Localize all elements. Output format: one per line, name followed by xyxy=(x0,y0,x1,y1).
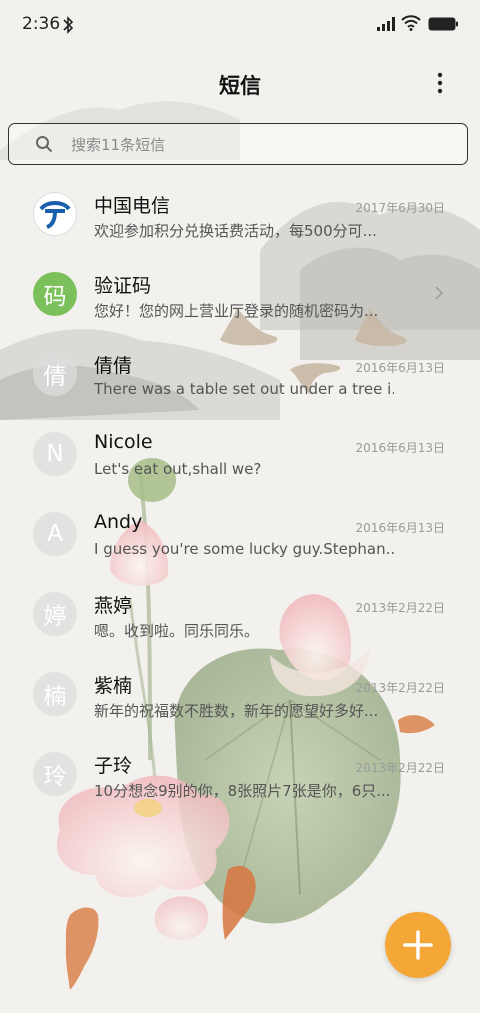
message-date: 2013年2月22日 xyxy=(355,601,445,615)
conversation-item[interactable]: 楠 紫楠 2013年2月22日 新年的祝福数不胜数，新年的愿望好多好... xyxy=(0,655,480,735)
conversation-item[interactable]: 玲 子玲 2013年2月22日 10分想念9别的你，8张照片7张是你，6只... xyxy=(0,735,480,815)
avatar: N xyxy=(33,432,77,476)
status-time: 2:36 xyxy=(22,14,61,34)
avatar: A xyxy=(33,512,77,556)
message-date: 2016年6月13日 xyxy=(355,441,445,455)
wifi-icon xyxy=(401,15,421,31)
avatar: 玲 xyxy=(33,752,77,796)
search-input[interactable] xyxy=(69,132,453,158)
contact-name: 倩倩 xyxy=(94,355,133,377)
conversation-item[interactable]: 中国电信 2017年6月30日 欢迎参加积分兑换话费活动，每500分可... xyxy=(0,175,480,255)
signal-icon xyxy=(377,17,395,31)
contact-name: 燕婷 xyxy=(94,595,133,617)
search-icon xyxy=(36,136,53,153)
message-snippet: 欢迎参加积分兑换话费活动，每500分可... xyxy=(94,222,377,240)
message-snippet: 您好！您的网上营业厅登录的随机密码为... xyxy=(94,302,379,320)
search-bar[interactable] xyxy=(8,123,468,165)
contact-name: 子玲 xyxy=(94,755,133,777)
bluetooth-icon xyxy=(63,16,74,34)
conversation-item[interactable]: N Nicole 2016年6月13日 Let's eat out,shall … xyxy=(0,415,480,495)
message-snippet: I guess you're some lucky guy.Stephan... xyxy=(94,540,394,558)
page-title: 短信 xyxy=(219,74,261,98)
status-bar: 2:36 xyxy=(0,0,480,52)
new-message-button[interactable] xyxy=(385,912,451,978)
avatar: 婷 xyxy=(33,592,77,636)
contact-name: Nicole xyxy=(94,431,153,453)
message-snippet: There was a table set out under a tree i… xyxy=(94,380,394,398)
battery-icon xyxy=(428,17,458,31)
avatar: 码 xyxy=(33,272,77,316)
contact-name: 验证码 xyxy=(94,275,152,297)
plus-icon xyxy=(403,930,433,960)
message-snippet: Let's eat out,shall we? xyxy=(94,460,262,478)
conversation-item[interactable]: 倩 倩倩 2016年6月13日 There was a table set ou… xyxy=(0,335,480,415)
contact-name: Andy xyxy=(94,511,143,533)
conversation-item[interactable]: 码 验证码 您好！您的网上营业厅登录的随机密码为... xyxy=(0,255,480,335)
conversation-item[interactable]: A Andy 2016年6月13日 I guess you're some lu… xyxy=(0,495,480,575)
contact-name: 中国电信 xyxy=(94,195,171,217)
chevron-right-icon xyxy=(435,286,444,300)
conversation-item[interactable]: 婷 燕婷 2013年2月22日 嗯。收到啦。同乐同乐。 xyxy=(0,575,480,655)
contact-name: 紫楠 xyxy=(94,675,133,697)
conversation-list: 中国电信 2017年6月30日 欢迎参加积分兑换话费活动，每500分可... 码… xyxy=(0,175,480,815)
message-snippet: 新年的祝福数不胜数，新年的愿望好多好... xyxy=(94,702,379,720)
message-snippet: 10分想念9别的你，8张照片7张是你，6只... xyxy=(94,782,391,800)
avatar: 楠 xyxy=(33,672,77,716)
message-date: 2013年2月22日 xyxy=(355,761,445,775)
message-date: 2016年6月13日 xyxy=(355,521,445,535)
china-telecom-logo xyxy=(33,192,77,236)
avatar: 倩 xyxy=(33,352,77,396)
message-date: 2017年6月30日 xyxy=(355,201,445,215)
more-vertical-icon[interactable] xyxy=(428,70,452,98)
message-snippet: 嗯。收到啦。同乐同乐。 xyxy=(94,622,260,640)
message-date: 2016年6月13日 xyxy=(355,361,445,375)
message-date: 2013年2月22日 xyxy=(355,681,445,695)
